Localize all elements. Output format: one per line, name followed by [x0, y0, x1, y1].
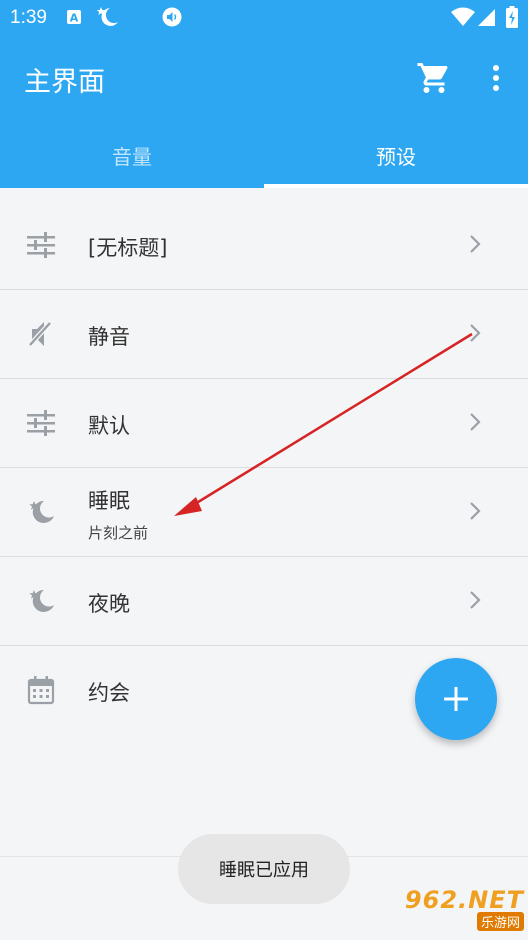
- preset-row-night[interactable]: 夜晚: [0, 556, 528, 646]
- chevron-right-icon: [470, 324, 481, 342]
- preset-subtitle: 片刻之前: [88, 524, 149, 542]
- preset-label: 约会: [88, 681, 130, 705]
- accessibility-a-icon: A: [66, 7, 82, 27]
- more-vert-icon: [493, 65, 499, 91]
- preset-row-default[interactable]: 默认: [0, 378, 528, 468]
- chevron-right-icon: [470, 502, 481, 520]
- tab-indicator: [264, 184, 528, 188]
- preset-label: 默认: [88, 414, 130, 438]
- battery-charging-icon: [506, 6, 518, 28]
- status-bar: 1:39 A: [0, 0, 528, 36]
- cart-icon: [417, 63, 448, 93]
- preset-row-mute[interactable]: 静音: [0, 289, 528, 379]
- chevron-right-icon: [470, 591, 481, 609]
- svg-text:A: A: [70, 12, 79, 25]
- moon-star-icon: [94, 7, 120, 27]
- moon-star-icon: [29, 500, 54, 523]
- moon-star-icon: [29, 589, 54, 612]
- volume-icon: [162, 7, 182, 27]
- app-title: 主界面: [24, 67, 105, 98]
- preset-label: [无标题]: [88, 236, 168, 260]
- toast-message: 睡眠已应用: [178, 834, 350, 904]
- preset-label: 睡眠: [88, 489, 130, 513]
- calendar-icon: [27, 676, 55, 705]
- app-bar: 主界面: [0, 36, 528, 122]
- add-preset-button[interactable]: [415, 658, 497, 740]
- status-time: 1:39: [10, 7, 47, 28]
- plus-icon: [444, 687, 468, 711]
- sliders-icon: [27, 232, 55, 258]
- chevron-right-icon: [470, 235, 481, 253]
- tab-volume[interactable]: 音量: [0, 122, 264, 188]
- sliders-icon: [27, 410, 55, 436]
- preset-label: 静音: [88, 325, 130, 349]
- cart-button[interactable]: [416, 60, 452, 96]
- preset-row-untitled[interactable]: [无标题]: [0, 200, 528, 290]
- preset-row-sleep[interactable]: 睡眠 片刻之前: [0, 467, 528, 557]
- volume-mute-icon: [28, 321, 52, 347]
- signal-icon: [478, 7, 496, 27]
- more-options-button[interactable]: [484, 60, 508, 96]
- wifi-icon: [451, 7, 475, 27]
- watermark-sub-text: 乐游网: [476, 912, 524, 931]
- chevron-right-icon: [470, 413, 481, 431]
- preset-label: 夜晚: [88, 592, 130, 616]
- watermark-main-text: 962.NET: [404, 886, 524, 914]
- tab-presets[interactable]: 预设: [264, 122, 528, 188]
- tab-bar: 音量 预设: [0, 122, 528, 188]
- watermark-logo: 962.NET 乐游网: [394, 886, 524, 936]
